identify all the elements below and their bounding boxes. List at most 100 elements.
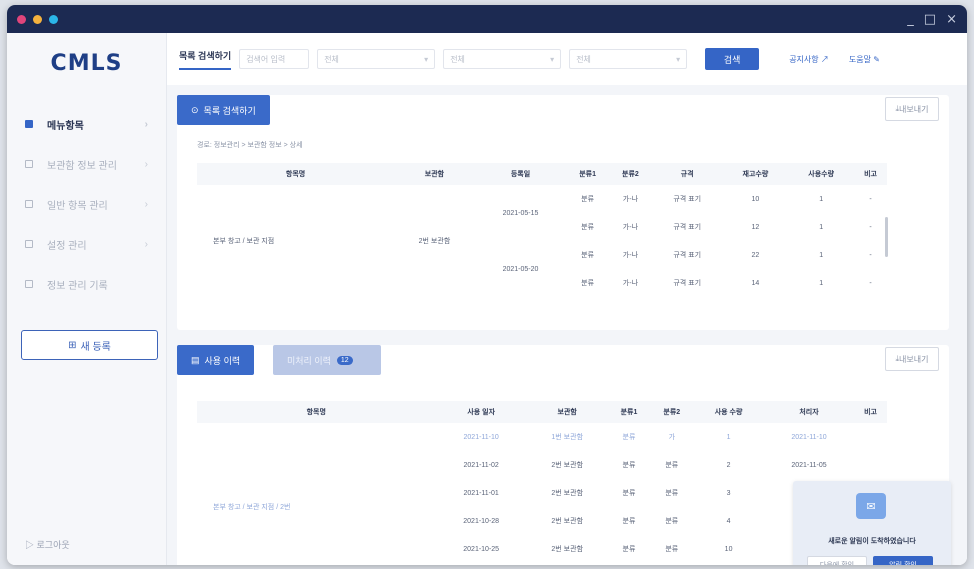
- search-icon: ⊙: [191, 104, 199, 115]
- table-cell: 규격 표기: [673, 252, 702, 259]
- sidebar-item-label: 일반 항목 관리: [47, 200, 108, 212]
- table-cell: 2021-11-10: [791, 433, 827, 441]
- sidebar-item-records[interactable]: 정보 관리 기록: [7, 264, 166, 304]
- table-cell: 규격 표기: [673, 196, 702, 203]
- filter-select-2[interactable]: 전체 ▾: [443, 49, 562, 69]
- close-icon[interactable]: ×: [946, 12, 957, 27]
- sidebar-item-settings[interactable]: 설정 관리 ›: [7, 224, 166, 264]
- minimize-icon[interactable]: _: [907, 12, 914, 27]
- minimize-dot-icon[interactable]: [33, 14, 42, 24]
- group-label: 본부 창고 / 보관 지점 / 2번: [213, 504, 291, 511]
- search-input[interactable]: 검색어 입력: [239, 49, 310, 69]
- table-cell: 분류: [581, 224, 595, 231]
- export-label: 내보내기: [899, 354, 929, 364]
- close-dot-icon[interactable]: [17, 14, 26, 24]
- table-cell: 분류: [622, 434, 636, 441]
- notice-link[interactable]: 공지사항 ↗: [789, 54, 829, 65]
- search-button[interactable]: 검색: [705, 48, 760, 70]
- column-header: 분류1: [607, 401, 651, 423]
- title-bar: _ □ ×: [7, 5, 967, 33]
- table-cell: 규격 표기: [673, 280, 702, 287]
- table-cell: -: [869, 251, 872, 259]
- column-header: 항목명: [197, 401, 436, 423]
- column-header: 분류2: [650, 401, 694, 423]
- table-cell: 분류: [622, 462, 636, 469]
- sidebar-item-general[interactable]: 일반 항목 관리 ›: [7, 184, 166, 224]
- tab-pending-history[interactable]: 미처리 이력 12: [273, 345, 381, 375]
- plus-icon: ⊞: [68, 339, 77, 351]
- external-link-icon: ↗: [820, 54, 829, 64]
- table-cell: 1번 보관함: [551, 434, 584, 441]
- table-cell: 2021-11-01: [463, 489, 499, 497]
- maximize-icon[interactable]: □: [924, 12, 936, 27]
- column-header: 분류1: [566, 163, 609, 185]
- toast-cancel-button[interactable]: 다음에 확인: [807, 556, 867, 565]
- usage-table: 항목명 사용 일자 보관함 분류1 분류2 사용 수량 처리자 비고 본부 창고 / 보관 지…: [197, 401, 887, 565]
- table-cell: 2번 보관함: [551, 462, 584, 469]
- column-header: 비고: [854, 401, 887, 423]
- search-list-button[interactable]: ⊙ 목록 검색하기: [177, 95, 270, 125]
- export-button[interactable]: ⤓ 내보내기: [885, 97, 939, 121]
- column-header: 등록일: [474, 163, 567, 185]
- column-header: 비고: [854, 163, 887, 185]
- sidebar-item-menu[interactable]: 메뉴항목 ›: [7, 104, 166, 144]
- sidebar-item-storage[interactable]: 보관함 정보 관리 ›: [7, 144, 166, 184]
- table-cell: 2021-10-28: [463, 517, 500, 525]
- maximize-dot-icon[interactable]: [49, 14, 58, 24]
- table-cell: 2021-10-20: [435, 563, 526, 565]
- logout-label: 로그아웃: [36, 540, 70, 550]
- column-header: 규격: [651, 163, 723, 185]
- table-cell: 분류: [581, 252, 595, 259]
- help-label: 도움말: [848, 54, 871, 64]
- table-cell: 분류: [608, 563, 651, 565]
- table-cell: 4: [726, 517, 731, 525]
- table-cell: 분류: [665, 518, 679, 525]
- table-cell: 가-나: [622, 224, 639, 231]
- filter-select-3[interactable]: 전체 ▾: [569, 49, 688, 69]
- table-cell: 2번 보관함: [418, 238, 451, 245]
- table-cell: 12: [751, 223, 760, 231]
- table-scrollbar[interactable]: [885, 217, 888, 257]
- edit-icon: ✎: [873, 54, 880, 64]
- sidebar-item-label: 메뉴항목: [47, 120, 84, 132]
- table-row[interactable]: 본부 창고 / 보관 지점 2번 보관함 2021-05-15 분류 가-나 규격 표기 1…: [197, 185, 887, 246]
- sidebar-item-label: 보관함 정보 관리: [47, 160, 117, 172]
- main-content: 목록 검색하기 검색어 입력 전체 ▾ 전체 ▾ 전체 ▾ 검색 공지사항 ↗ 도움말…: [167, 33, 967, 565]
- list-icon: [25, 280, 33, 288]
- table-row[interactable]: 본부 창고 / 보관 지점 / 2번 2021-11-10 1번 보관함 분류 가 1 20…: [197, 423, 887, 512]
- tab-search-list[interactable]: 목록 검색하기: [179, 49, 232, 70]
- table-cell: 2021-11-02: [463, 461, 499, 469]
- new-register-button[interactable]: ⊞ 새 등록: [21, 330, 158, 360]
- notification-toast: ✉ 새로운 알림이 도착하였습니다 다음에 확인 알림 확인: [793, 481, 951, 565]
- sidebar: CMLS 메뉴항목 › 보관함 정보 관리 › 일반 항목 관리 › 설정 관리…: [7, 33, 167, 565]
- tab-usage-history[interactable]: ▤ 사용 이력: [177, 345, 255, 375]
- search-placeholder: 검색어 입력: [246, 54, 286, 64]
- chevron-down-icon: ▾: [550, 54, 555, 64]
- toast-confirm-button[interactable]: 알림 확인: [873, 556, 933, 565]
- chevron-right-icon: ›: [144, 198, 148, 210]
- table-cell: 10: [724, 545, 733, 553]
- chevron-down-icon: ▾: [424, 54, 429, 64]
- item-table: 항목명 보관함 등록일 분류1 분류2 규격 재고수량 사용수량 비고 본부 창고 / 보관 지…: [197, 163, 887, 297]
- folder-icon: [25, 160, 33, 168]
- table-cell: 2: [726, 461, 731, 469]
- column-header: 보관함: [526, 401, 608, 423]
- chevron-down-icon: ▾: [676, 54, 681, 64]
- table-cell: -: [869, 195, 872, 203]
- table-cell: 분류: [622, 546, 636, 553]
- table-cell: 2번 보관함: [551, 518, 584, 525]
- settings-icon: [25, 240, 33, 248]
- app-window: _ □ × CMLS 메뉴항목 › 보관함 정보 관리 › 일반 항목 관리 ›…: [7, 5, 967, 565]
- table-cell: 1: [819, 279, 824, 287]
- table-cell: 2021-11-05: [791, 461, 827, 469]
- help-link[interactable]: 도움말 ✎: [849, 54, 880, 65]
- logout-button[interactable]: ▷ 로그아웃: [25, 538, 70, 551]
- document-icon: [25, 200, 33, 208]
- sidebar-item-label: 설정 관리: [47, 240, 87, 252]
- logout-icon: ▷: [25, 540, 37, 550]
- group-label: 본부 창고 / 보관 지점: [213, 238, 275, 245]
- filter-select-1[interactable]: 전체 ▾: [317, 49, 436, 69]
- export-button[interactable]: ⤓ 내보내기: [885, 347, 939, 371]
- table-cell: 2번 보관함: [551, 490, 584, 497]
- dashboard-icon: [25, 120, 33, 128]
